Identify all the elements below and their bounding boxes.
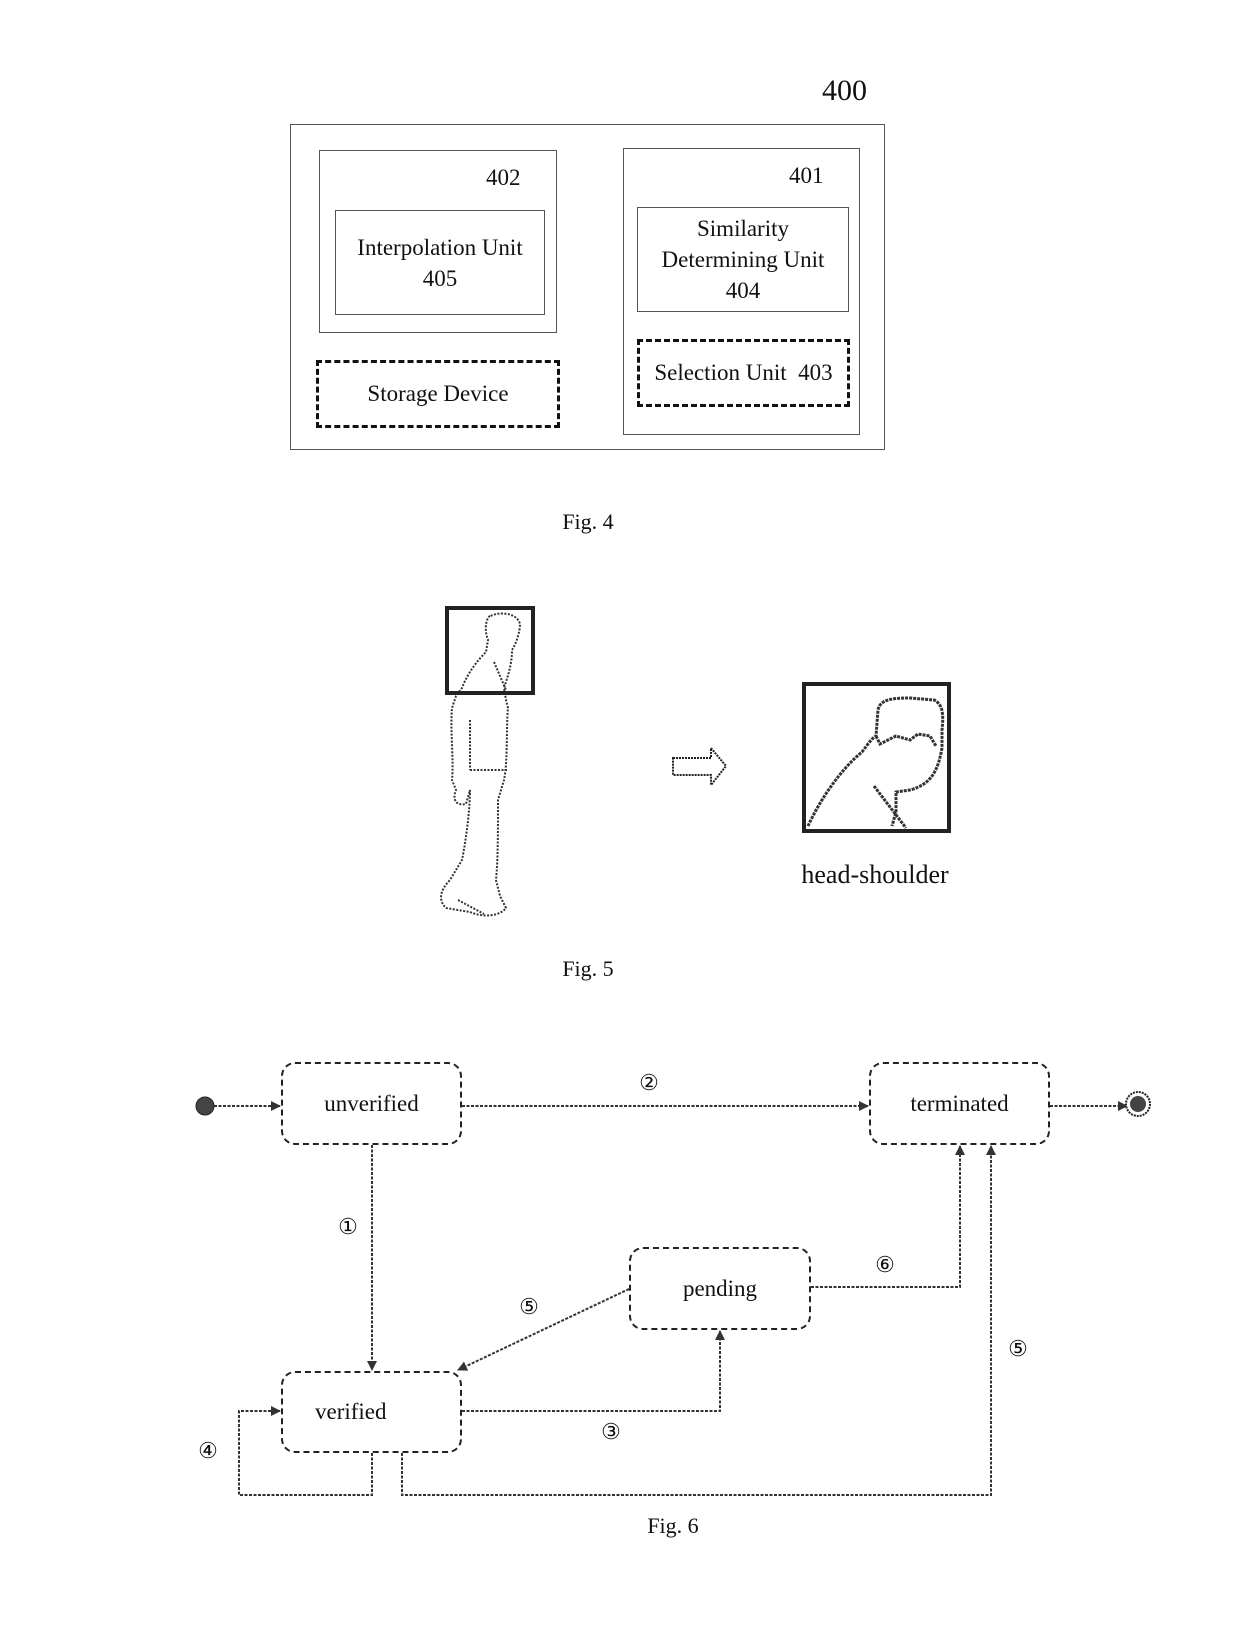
transition-label-1: ① xyxy=(338,1214,358,1239)
transition-label-5-right: ⑤ xyxy=(1008,1336,1028,1361)
transition-label-6: ⑥ xyxy=(875,1252,895,1277)
initial-state-icon xyxy=(195,1096,215,1116)
state-verified: verified xyxy=(281,1371,462,1453)
transition-label-2: ② xyxy=(639,1070,659,1095)
fig6-caption: Fig. 6 xyxy=(647,1513,699,1538)
transition-label-4: ④ xyxy=(198,1438,218,1463)
state-unverified-label: unverified xyxy=(324,1090,419,1116)
state-pending-label: pending xyxy=(682,1275,758,1301)
state-terminated: terminated xyxy=(869,1062,1050,1145)
state-terminated-label: terminated xyxy=(910,1090,1009,1116)
transition-label-3: ③ xyxy=(601,1419,621,1444)
transition-3-verified-to-pending xyxy=(462,1330,725,1412)
fig6-transitions xyxy=(195,1091,1151,1496)
transition-5-pending-to-verified xyxy=(457,1288,630,1371)
transition-label-5-left: ⑤ xyxy=(519,1294,539,1319)
final-state-dot-icon xyxy=(1130,1096,1146,1112)
state-unverified: unverified xyxy=(281,1062,462,1145)
state-pending: pending xyxy=(629,1247,811,1330)
state-verified-label: verified xyxy=(315,1399,387,1424)
